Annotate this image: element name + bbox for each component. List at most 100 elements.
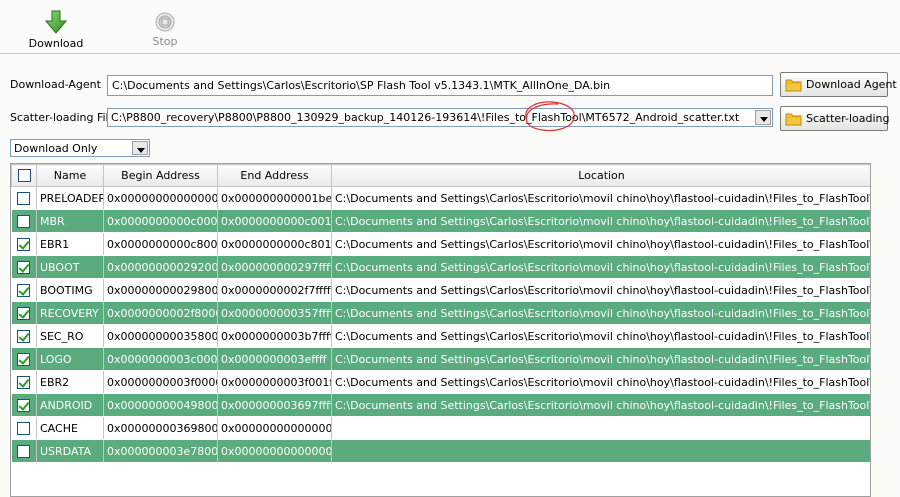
- cell-begin-address: 0x0000000003f00000: [103, 370, 218, 394]
- cell-location[interactable]: [331, 416, 870, 440]
- cell-begin-address: 0x0000000004980000: [103, 393, 218, 417]
- table-row[interactable]: ANDROID0x00000000049800000x000000003697f…: [11, 393, 870, 417]
- download-agent-input[interactable]: C:\Documents and Settings\Carlos\Escrito…: [107, 75, 773, 96]
- row-checkbox-cell[interactable]: [11, 186, 37, 210]
- cell-end-address: 0x0000000000c001ff: [217, 209, 332, 233]
- cell-name: RECOVERY: [36, 301, 104, 325]
- checkbox[interactable]: [17, 306, 31, 320]
- row-checkbox-cell[interactable]: [11, 232, 37, 256]
- cell-end-address: 0x0000000000000000: [217, 416, 332, 440]
- cell-end-address: 0x000000000001be0b: [217, 186, 332, 210]
- cell-location[interactable]: C:\Documents and Settings\Carlos\Escrito…: [331, 324, 870, 348]
- checkbox[interactable]: [17, 444, 31, 458]
- checkbox[interactable]: [17, 237, 31, 251]
- cell-location[interactable]: C:\Documents and Settings\Carlos\Escrito…: [331, 278, 870, 302]
- row-checkbox-cell[interactable]: [11, 324, 37, 348]
- table-row[interactable]: CACHE0x00000000369800000x000000000000000…: [11, 416, 870, 440]
- table-row[interactable]: MBR0x0000000000c000000x0000000000c001ffC…: [11, 209, 870, 233]
- cell-location[interactable]: C:\Documents and Settings\Carlos\Escrito…: [331, 393, 870, 417]
- cell-location[interactable]: C:\Documents and Settings\Carlos\Escrito…: [331, 186, 870, 210]
- cell-name: EBR2: [36, 370, 104, 394]
- cell-begin-address: 0x0000000000c80000: [103, 232, 218, 256]
- cell-end-address: 0x0000000003effff: [217, 347, 332, 371]
- row-checkbox-cell[interactable]: [11, 416, 37, 440]
- cell-location[interactable]: C:\Documents and Settings\Carlos\Escrito…: [331, 347, 870, 371]
- cell-location[interactable]: C:\Documents and Settings\Carlos\Escrito…: [331, 301, 870, 325]
- cell-begin-address: 0x0000000002980000: [103, 278, 218, 302]
- download-agent-button-label: Download Agent: [806, 78, 897, 91]
- table-row[interactable]: USRDATA0x000000003e7800000x0000000000000…: [11, 439, 870, 463]
- scatter-loading-button-label: Scatter-loading: [806, 112, 890, 125]
- table-row[interactable]: EBR10x0000000000c800000x0000000000c801ff…: [11, 232, 870, 256]
- cell-begin-address: 0x0000000036980000: [103, 416, 218, 440]
- cell-begin-address: 0x000000003e780000: [103, 439, 218, 463]
- column-header-location[interactable]: Location: [331, 164, 870, 187]
- checkbox[interactable]: [17, 169, 31, 183]
- table-row[interactable]: EBR2 0x0000000003f00000 0x0000000003f001ff…: [11, 370, 870, 394]
- checkbox[interactable]: [17, 398, 31, 412]
- table-row[interactable]: SEC_RO0x00000000035800000x0000000003b7ff…: [11, 324, 870, 348]
- scatter-loading-button[interactable]: Scatter-loading: [780, 106, 890, 131]
- column-header-begin[interactable]: Begin Address: [103, 164, 218, 187]
- chevron-down-icon[interactable]: [755, 110, 771, 125]
- row-checkbox-cell[interactable]: [11, 370, 37, 394]
- cell-begin-address: 0x0000000002f80000: [103, 301, 218, 325]
- chevron-down-icon[interactable]: [132, 141, 148, 155]
- checkbox[interactable]: [17, 375, 31, 389]
- checkbox[interactable]: [17, 214, 31, 228]
- cell-begin-address: 0x0000000003c00000: [103, 347, 218, 371]
- download-agent-button[interactable]: Download Agent: [780, 72, 897, 97]
- row-checkbox-cell[interactable]: [11, 439, 37, 463]
- checkbox[interactable]: [17, 283, 31, 297]
- checkbox[interactable]: [17, 421, 31, 435]
- table-row[interactable]: UBOOT0x00000000029200000x000000000297fff…: [11, 255, 870, 279]
- checkbox[interactable]: [17, 329, 31, 343]
- partition-table: Name Begin Address End Address Location …: [10, 163, 871, 497]
- table-header: Name Begin Address End Address Location: [11, 164, 870, 187]
- cell-name: SEC_RO: [36, 324, 104, 348]
- cell-name: MBR: [36, 209, 104, 233]
- checkbox[interactable]: [17, 191, 31, 205]
- cell-location[interactable]: C:\Documents and Settings\Carlos\Escrito…: [331, 209, 870, 233]
- row-checkbox-cell[interactable]: [11, 255, 37, 279]
- cell-location[interactable]: [331, 439, 870, 463]
- download-arrow-icon: [45, 10, 67, 34]
- cell-begin-address: 0x0000000002920000: [103, 255, 218, 279]
- cell-end-address: 0x000000000297ffff: [217, 255, 332, 279]
- row-checkbox-cell[interactable]: [11, 209, 37, 233]
- row-checkbox-cell[interactable]: [11, 347, 37, 371]
- cell-name: ANDROID: [36, 393, 104, 417]
- folder-icon: [785, 113, 802, 125]
- cell-name: PRELOADER: [36, 186, 104, 210]
- scatter-file-path: C:\P8800_recovery\P8800\P8800_130929_bac…: [111, 111, 740, 124]
- column-header-end[interactable]: End Address: [217, 164, 332, 187]
- cell-end-address: 0x000000000357ffff: [217, 301, 332, 325]
- cell-begin-address: 0x0000000000000000: [103, 186, 218, 210]
- row-checkbox-cell[interactable]: [11, 301, 37, 325]
- cell-end-address: 0x0000000002f7ffff: [217, 278, 332, 302]
- row-checkbox-cell[interactable]: [11, 393, 37, 417]
- checkbox[interactable]: [17, 260, 31, 274]
- column-header-name[interactable]: Name: [36, 164, 104, 187]
- cell-location[interactable]: C:\Documents and Settings\Carlos\Escrito…: [331, 232, 870, 256]
- table-row[interactable]: BOOTIMG0x00000000029800000x0000000002f7f…: [11, 278, 870, 302]
- checkbox[interactable]: [17, 352, 31, 366]
- table-row[interactable]: LOGO0x0000000003c000000x0000000003effffC…: [11, 347, 870, 371]
- cell-end-address: 0x0000000003f001ff: [217, 370, 332, 394]
- cell-name: UBOOT: [36, 255, 104, 279]
- download-button[interactable]: Download: [21, 10, 91, 50]
- row-checkbox-cell[interactable]: [11, 278, 37, 302]
- select-all-checkbox[interactable]: [11, 164, 37, 187]
- cell-location[interactable]: C:\Documents and Settings\Carlos\Escrito…: [331, 255, 870, 279]
- cell-name: EBR1: [36, 232, 104, 256]
- scatter-file-label: Scatter-loading File: [10, 111, 116, 124]
- cell-begin-address: 0x0000000000c00000: [103, 209, 218, 233]
- stop-button[interactable]: Stop: [130, 10, 200, 48]
- cell-end-address: 0x0000000000c801ff: [217, 232, 332, 256]
- download-mode-select[interactable]: Download Only: [10, 139, 150, 157]
- scatter-file-combo[interactable]: C:\P8800_recovery\P8800\P8800_130929_bac…: [107, 108, 773, 127]
- cell-end-address: 0x0000000003b7ffff: [217, 324, 332, 348]
- table-row[interactable]: RECOVERY 0x0000000002f80000 0x000000000357…: [11, 301, 870, 325]
- cell-location[interactable]: C:\Documents and Settings\Carlos\Escrito…: [331, 370, 870, 394]
- table-row[interactable]: PRELOADER0x00000000000000000x00000000000…: [11, 186, 870, 210]
